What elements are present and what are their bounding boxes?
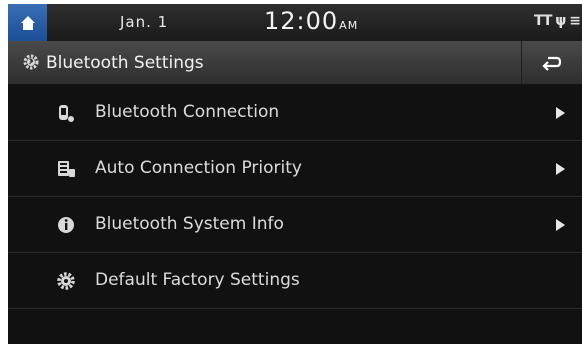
settings-menu: Bluetooth Connection Auto Connection Pri… [8, 85, 582, 309]
menu-item-label: Default Factory Settings [95, 270, 300, 290]
status-ampm: AM [339, 19, 359, 32]
status-date: Jan. 1 [120, 13, 169, 31]
menu-item-label: Bluetooth Connection [95, 102, 280, 122]
menu-item-bluetooth-connection[interactable]: Bluetooth Connection [8, 85, 582, 141]
head-unit-screen: Jan. 1 12:00AM TT ψ ≡ Bluetooth Settings [8, 4, 582, 344]
chevron-right-icon [556, 107, 565, 119]
menu-item-label: Bluetooth System Info [95, 214, 284, 234]
status-indicators: TT ψ ≡ [533, 13, 581, 29]
page-title: Bluetooth Settings [46, 53, 204, 73]
status-time: 12:00 [264, 7, 339, 35]
bluetooth-gear-icon [23, 54, 39, 70]
menu-item-bluetooth-system-info[interactable]: Bluetooth System Info [8, 197, 582, 253]
priority-list-icon [56, 159, 76, 179]
gear-icon [56, 271, 76, 291]
title-bar: Bluetooth Settings [8, 41, 582, 85]
menu-item-default-factory-settings[interactable]: Default Factory Settings [8, 253, 582, 309]
menu-item-label: Auto Connection Priority [95, 158, 302, 178]
status-clock: 12:00AM [264, 7, 358, 35]
phone-bluetooth-icon [56, 103, 76, 123]
menu-item-auto-connection-priority[interactable]: Auto Connection Priority [8, 141, 582, 197]
home-button[interactable] [8, 4, 47, 41]
back-arrow-icon [542, 56, 562, 71]
chevron-right-icon [556, 163, 565, 175]
home-icon [20, 15, 35, 30]
back-button[interactable] [521, 41, 582, 84]
chevron-right-icon [556, 219, 565, 231]
info-icon [56, 215, 76, 235]
status-bar: Jan. 1 12:00AM TT ψ ≡ [8, 4, 582, 41]
